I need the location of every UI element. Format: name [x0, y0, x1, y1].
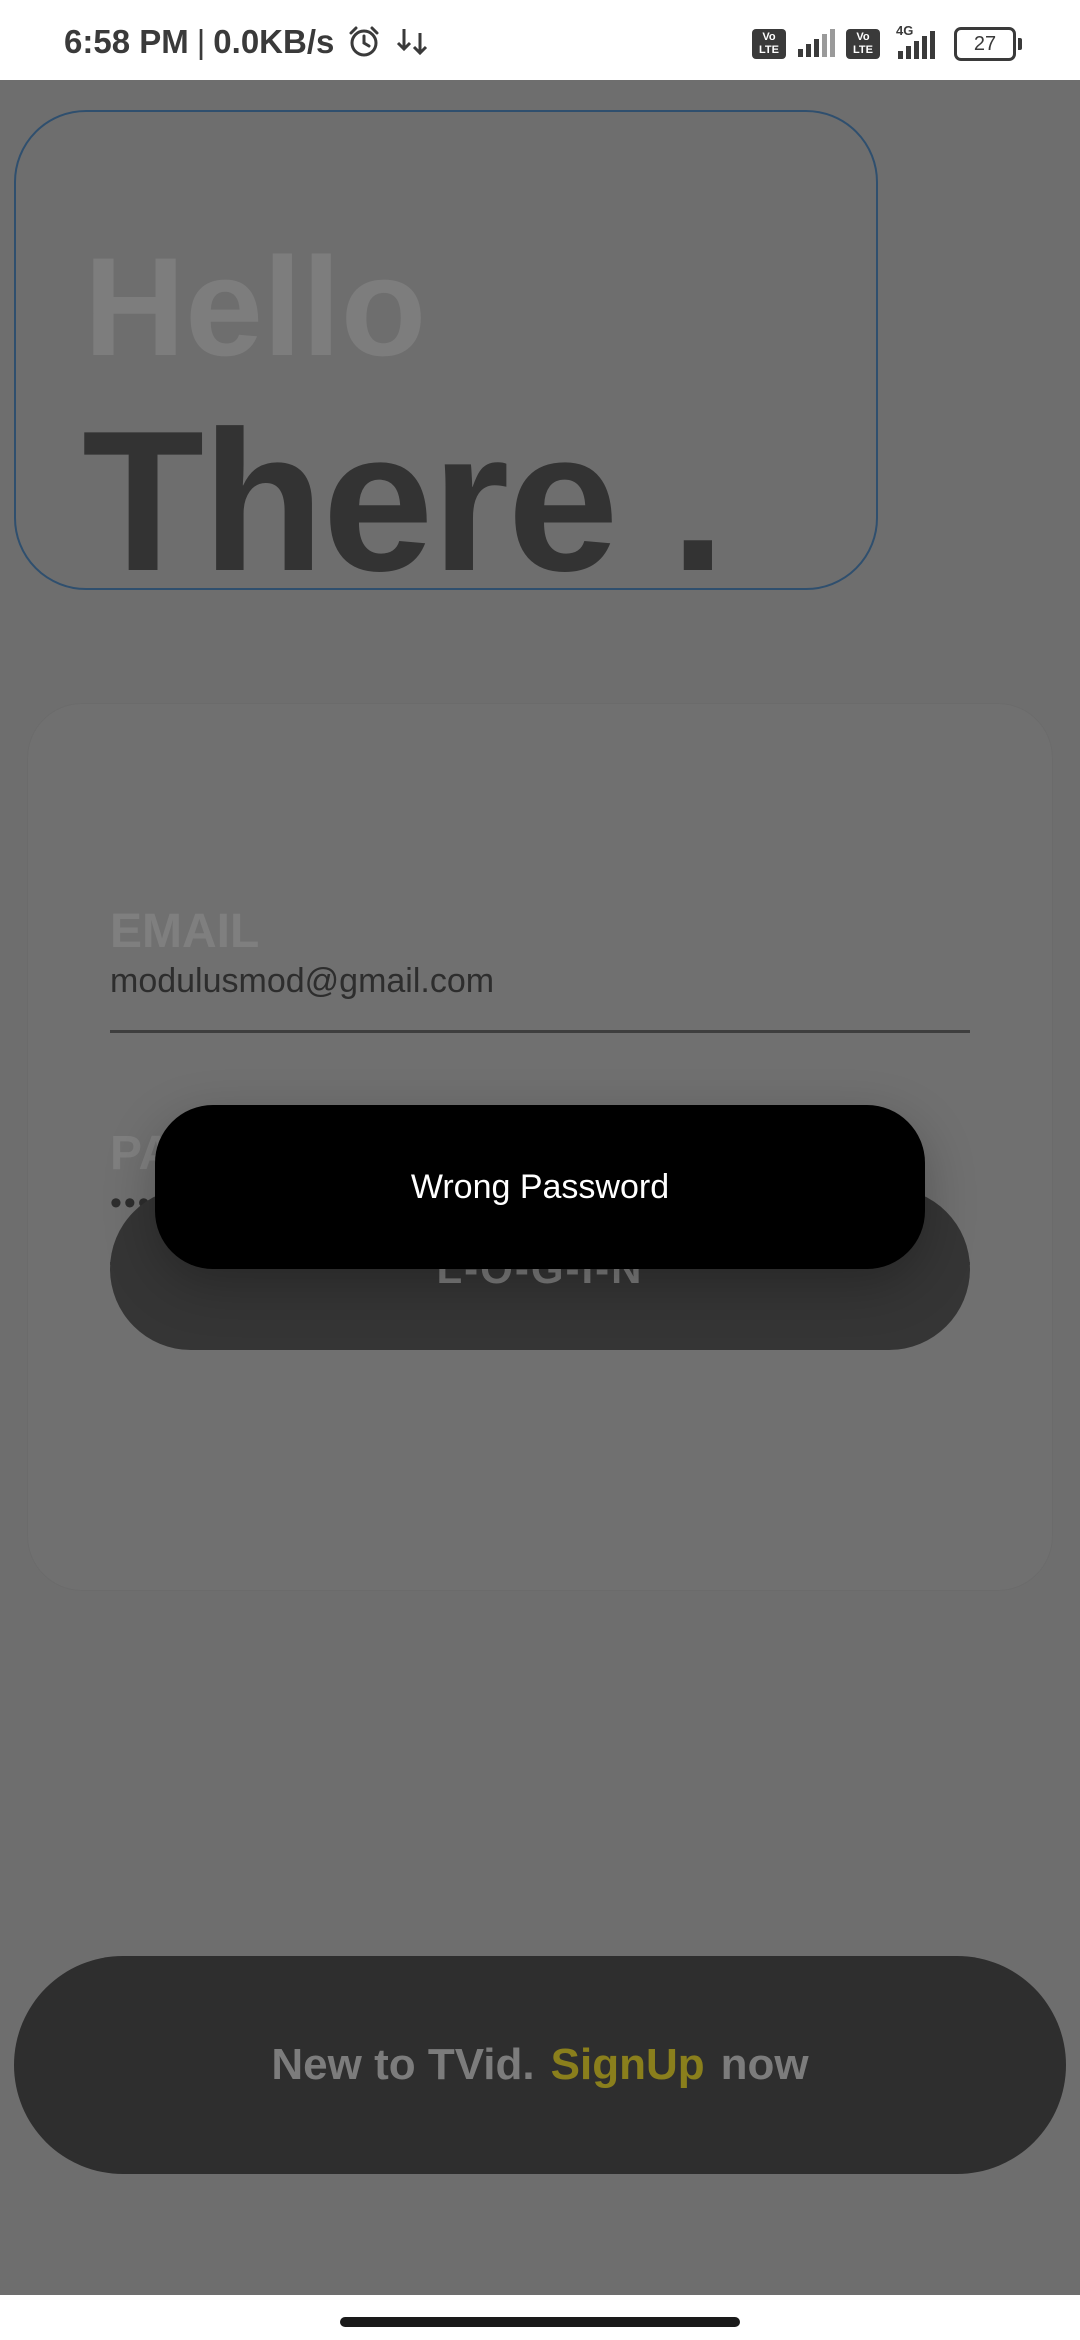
- signup-suffix: now: [720, 2040, 809, 2089]
- email-label: EMAIL: [110, 905, 260, 958]
- signup-prefix: New to TVid.: [271, 2040, 535, 2089]
- volte-text-2: Vo LTE: [853, 31, 873, 56]
- status-net-speed: 0.0KB/s: [213, 23, 335, 60]
- status-right: Vo LTE Vo LTE 4G 27: [752, 23, 1022, 62]
- toast-message: Wrong Password: [410, 1167, 670, 1206]
- signal-icon: [796, 27, 836, 62]
- wrong-password-toast: Wrong Password: [155, 1105, 925, 1269]
- download-icon: [394, 25, 432, 59]
- there-heading: There .: [82, 390, 726, 613]
- hero-box: Hello There .: [14, 110, 878, 602]
- signup-link[interactable]: SignUp: [551, 2040, 705, 2090]
- email-field[interactable]: modulusmod@gmail.com: [110, 962, 494, 1001]
- status-bar: 6:58 PM | 0.0KB/s Vo LTE Vo LTE 4G 27: [0, 0, 1080, 80]
- alarm-icon: [346, 24, 382, 60]
- hello-heading: Hello: [84, 228, 427, 385]
- signal-icon-2: 4G: [890, 23, 936, 59]
- volte-text: Vo LTE: [759, 31, 779, 56]
- status-separator: |: [196, 23, 206, 60]
- network-type: 4G: [896, 23, 914, 38]
- status-left: 6:58 PM | 0.0KB/s: [64, 22, 432, 62]
- volte-badge: Vo LTE: [752, 29, 786, 59]
- navigation-bar: [0, 2295, 1080, 2340]
- email-underline: [110, 1030, 970, 1033]
- status-time: 6:58 PM: [64, 23, 189, 60]
- home-indicator[interactable]: [340, 2317, 740, 2327]
- battery-icon: 27: [954, 27, 1022, 61]
- signup-bar[interactable]: New to TVid. SignUp now: [14, 1956, 1066, 2174]
- battery-level: 27: [973, 33, 997, 55]
- volte-badge-2: Vo LTE: [846, 29, 880, 59]
